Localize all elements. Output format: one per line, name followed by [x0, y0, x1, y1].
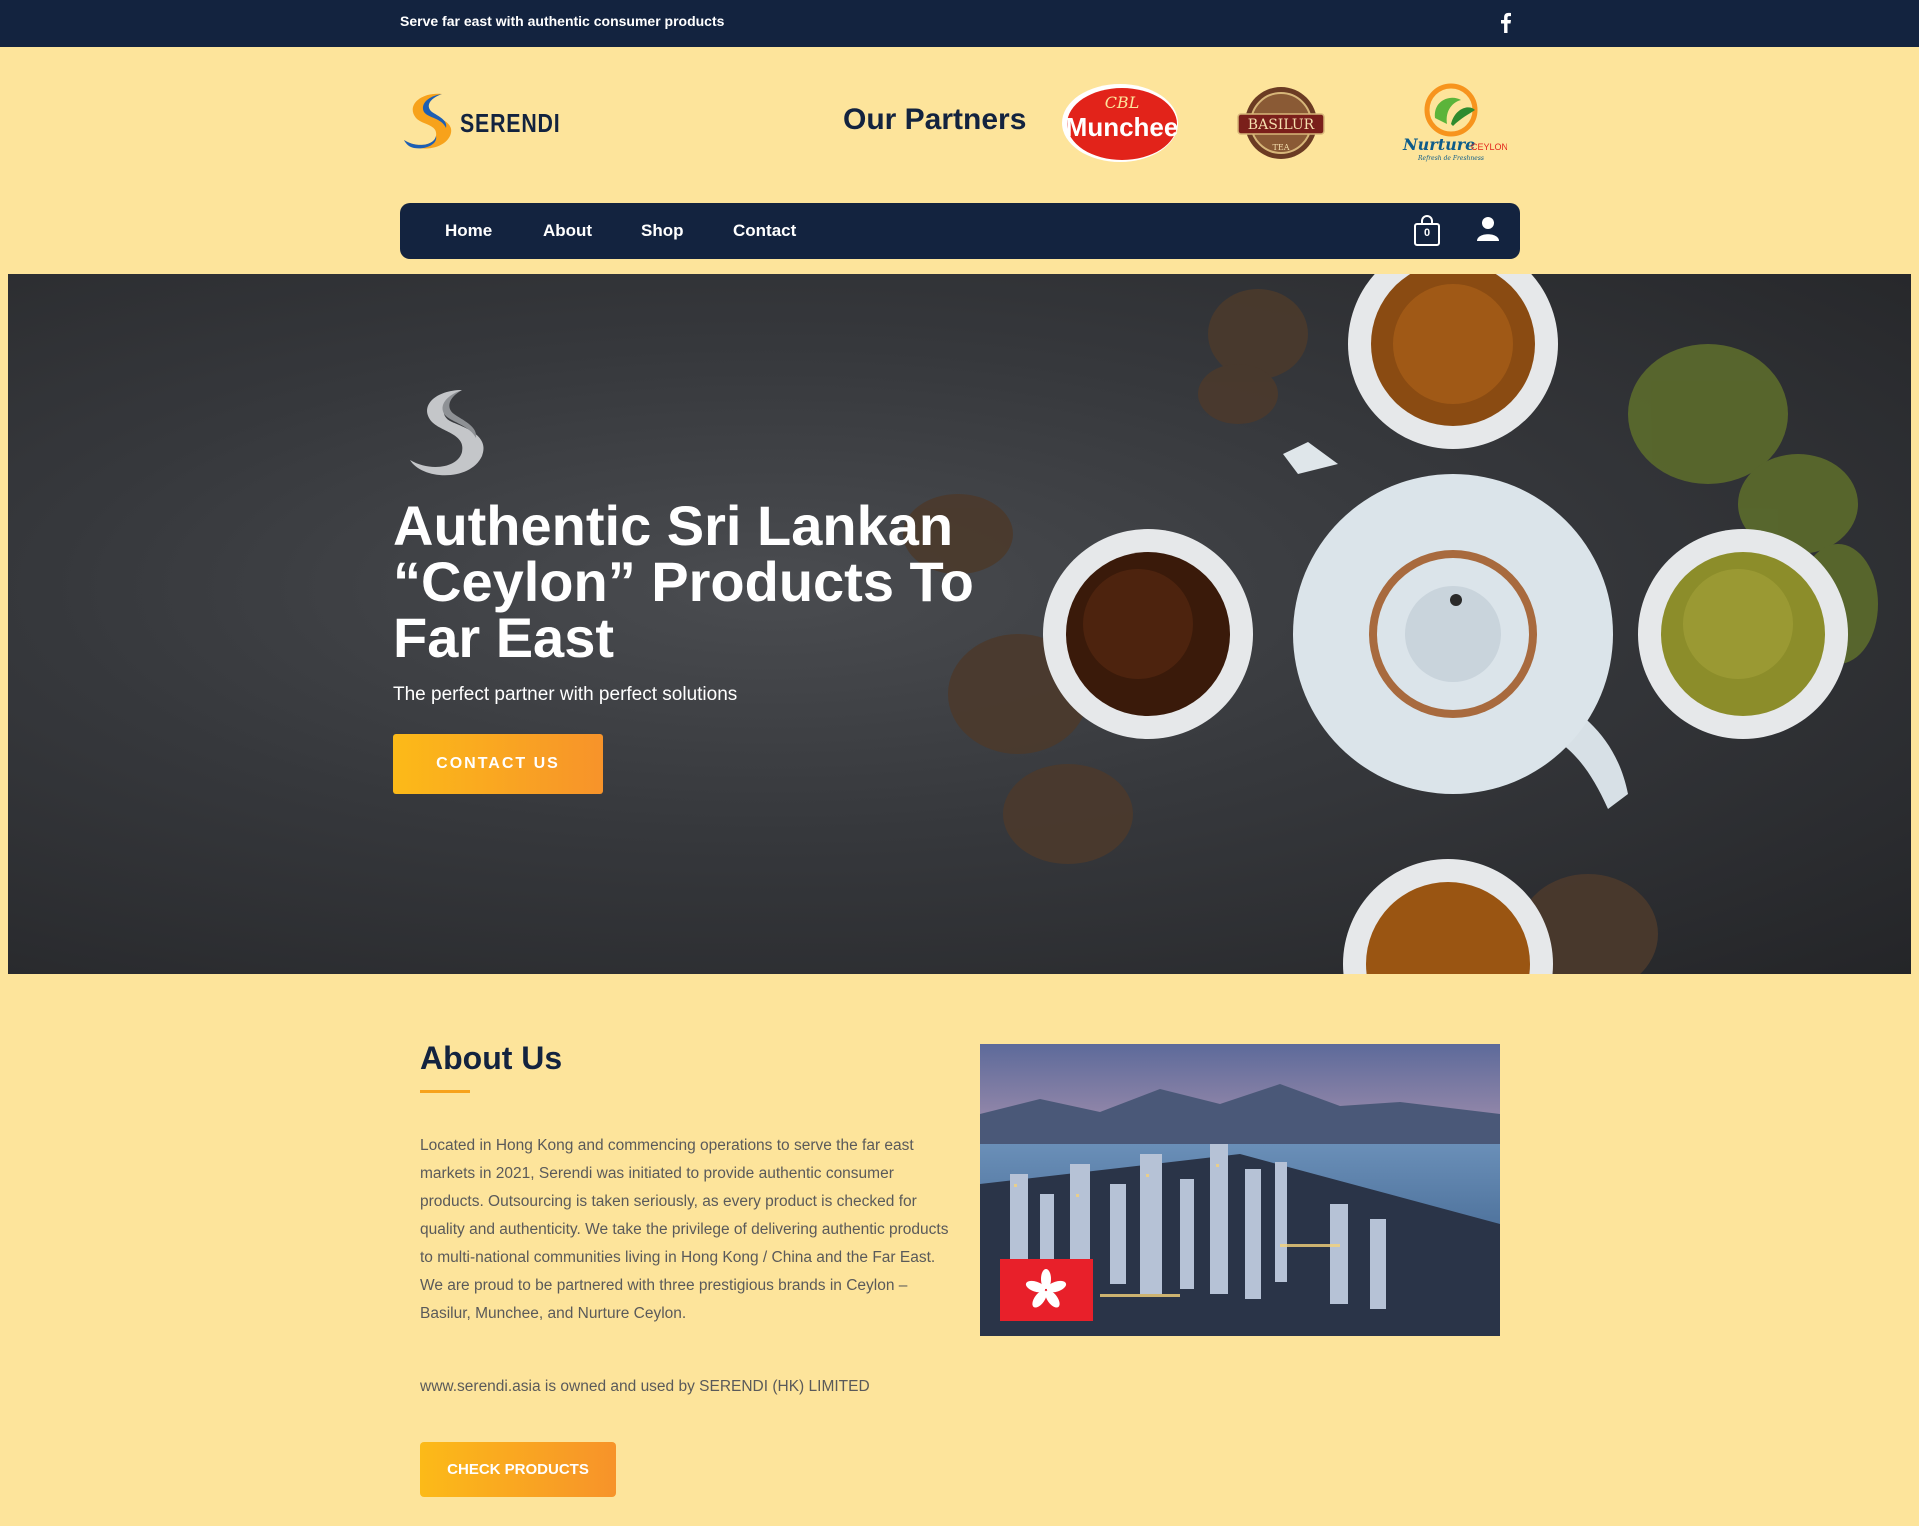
nav-about[interactable]: About	[543, 221, 592, 241]
about-title: About Us	[420, 1040, 563, 1076]
nurture-logo-slogan: Refresh de Freshness	[1417, 155, 1484, 162]
nav-home[interactable]: Home	[445, 221, 492, 241]
tagline: Serve far east with authentic consumer p…	[400, 13, 725, 29]
serendi-logo-mark	[404, 93, 452, 149]
serendi-logo[interactable]: SERENDI	[398, 90, 561, 152]
user-icon[interactable]	[1477, 216, 1499, 242]
cart-count: 0	[1423, 227, 1431, 239]
nurture-ceylon-logo[interactable]: Nurture CEYLON Refresh de Freshness	[1395, 80, 1507, 166]
munchee-logo-word: Munchee	[1066, 112, 1179, 142]
serendi-s-mark	[410, 390, 484, 476]
nurture-logo-ceylon: CEYLON	[1471, 142, 1507, 152]
nurture-logo-word: Nurture	[1402, 135, 1475, 154]
munchee-logo-cbl: CBL	[1105, 93, 1140, 112]
brand-name: SERENDI	[460, 108, 561, 138]
basilur-logo-tea: TEA	[1273, 143, 1290, 152]
top-bar: Serve far east with authentic consumer p…	[0, 0, 1919, 47]
nav-contact[interactable]: Contact	[733, 221, 796, 241]
contact-us-button[interactable]: CONTACT US	[393, 734, 603, 794]
hero-subheading: The perfect partner with perfect solutio…	[393, 684, 738, 705]
basilur-logo-word: BASILUR	[1248, 117, 1315, 133]
about-body: Located in Hong Kong and commencing oper…	[420, 1137, 949, 1322]
about-title-underline	[420, 1090, 470, 1093]
hero-banner: Authentic Sri Lankan “Ceylon” Products T…	[8, 274, 1911, 974]
basilur-logo[interactable]: BASILUR TEA	[1230, 80, 1332, 166]
facebook-icon[interactable]	[1497, 11, 1515, 33]
main-nav: Home About Shop Contact 0	[400, 203, 1520, 259]
partners-title: Our Partners	[843, 103, 1027, 136]
munchee-logo[interactable]: CBL Munchee	[1060, 80, 1180, 166]
hong-kong-skyline-photo	[980, 1044, 1500, 1336]
check-products-button[interactable]: CHECK PRODUCTS	[420, 1442, 616, 1497]
nav-shop[interactable]: Shop	[641, 221, 684, 241]
about-owner-line: www.serendi.asia is owned and used by SE…	[420, 1378, 870, 1395]
hero-heading: Authentic Sri Lankan “Ceylon” Products T…	[393, 494, 974, 669]
